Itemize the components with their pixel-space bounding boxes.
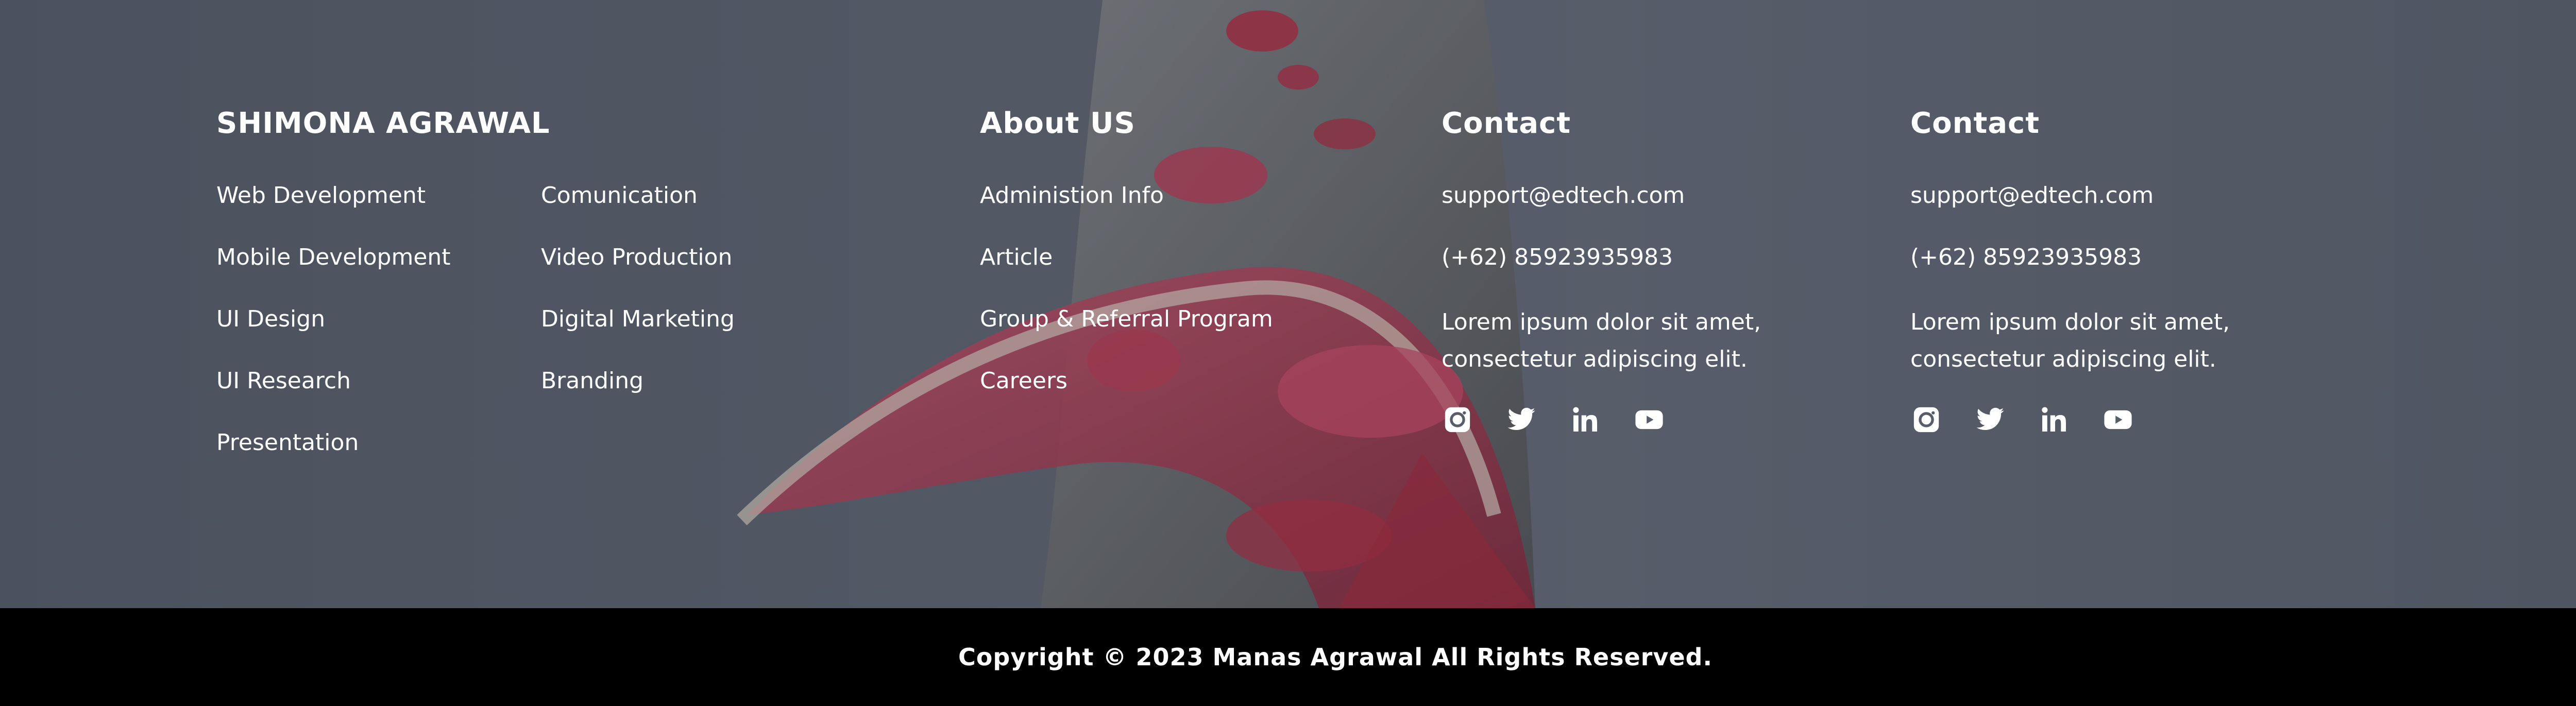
contact-title: Contact bbox=[1910, 107, 2040, 140]
contact-list: support@edtech.com (+62) 85923935983 Lor… bbox=[1442, 180, 1823, 378]
contact-email[interactable]: support@edtech.com bbox=[1442, 180, 1823, 242]
footer-brand-column: SHIMONA AGRAWAL Web Development Mobile D… bbox=[216, 106, 735, 489]
footer-link[interactable]: Comunication bbox=[541, 180, 735, 242]
twitter-icon[interactable] bbox=[1974, 404, 2006, 436]
linkedin-icon[interactable] bbox=[1569, 404, 1601, 436]
footer-link[interactable]: Administion Info bbox=[980, 180, 1273, 242]
contact-title: Contact bbox=[1442, 107, 1571, 140]
footer-link[interactable]: Article bbox=[980, 242, 1273, 304]
contact-list: support@edtech.com (+62) 85923935983 Lor… bbox=[1910, 180, 2292, 378]
instagram-icon[interactable] bbox=[1910, 404, 1942, 436]
footer-link[interactable]: Video Production bbox=[541, 242, 735, 304]
social-links bbox=[1442, 404, 1823, 436]
footer-link[interactable]: Presentation bbox=[216, 427, 541, 489]
brand-title: SHIMONA AGRAWAL bbox=[216, 107, 550, 140]
footer-about-column: About US Administion Info Article Group … bbox=[980, 106, 1273, 427]
youtube-icon[interactable] bbox=[2102, 404, 2134, 436]
services-list-1: Web Development Mobile Development UI De… bbox=[216, 180, 541, 489]
footer-link[interactable]: Digital Marketing bbox=[541, 304, 735, 366]
copyright-bar: Copyright © 2023 Manas Agrawal All Right… bbox=[0, 608, 2576, 706]
footer-link[interactable]: UI Design bbox=[216, 304, 541, 366]
instagram-icon[interactable] bbox=[1442, 404, 1473, 436]
footer-content: SHIMONA AGRAWAL Web Development Mobile D… bbox=[0, 0, 2576, 608]
contact-address: Lorem ipsum dolor sit amet, consectetur … bbox=[1442, 309, 1761, 372]
about-title: About US bbox=[980, 107, 1136, 140]
youtube-icon[interactable] bbox=[1633, 404, 1665, 436]
footer-contact-column: Contact support@edtech.com (+62) 8592393… bbox=[1442, 106, 1823, 436]
footer-link[interactable]: Branding bbox=[541, 366, 735, 427]
footer-link[interactable]: Web Development bbox=[216, 180, 541, 242]
footer-contact-column-2: Contact support@edtech.com (+62) 8592393… bbox=[1910, 106, 2292, 436]
contact-email[interactable]: support@edtech.com bbox=[1910, 180, 2292, 242]
linkedin-icon[interactable] bbox=[2038, 404, 2070, 436]
footer-main: SHIMONA AGRAWAL Web Development Mobile D… bbox=[0, 0, 2576, 608]
social-links bbox=[1910, 404, 2292, 436]
services-links: Web Development Mobile Development UI De… bbox=[216, 180, 735, 489]
services-list-2: Comunication Video Production Digital Ma… bbox=[541, 180, 735, 489]
footer-link[interactable]: Mobile Development bbox=[216, 242, 541, 304]
twitter-icon[interactable] bbox=[1505, 404, 1537, 436]
footer-link[interactable]: UI Research bbox=[216, 366, 541, 427]
footer-link[interactable]: Careers bbox=[980, 366, 1273, 427]
contact-phone[interactable]: (+62) 85923935983 bbox=[1442, 242, 1823, 304]
contact-phone[interactable]: (+62) 85923935983 bbox=[1910, 242, 2292, 304]
about-links: Administion Info Article Group & Referra… bbox=[980, 180, 1273, 427]
copyright-text: Copyright © 2023 Manas Agrawal All Right… bbox=[958, 643, 1713, 671]
footer-link[interactable]: Group & Referral Program bbox=[980, 304, 1273, 366]
contact-address: Lorem ipsum dolor sit amet, consectetur … bbox=[1910, 309, 2230, 372]
